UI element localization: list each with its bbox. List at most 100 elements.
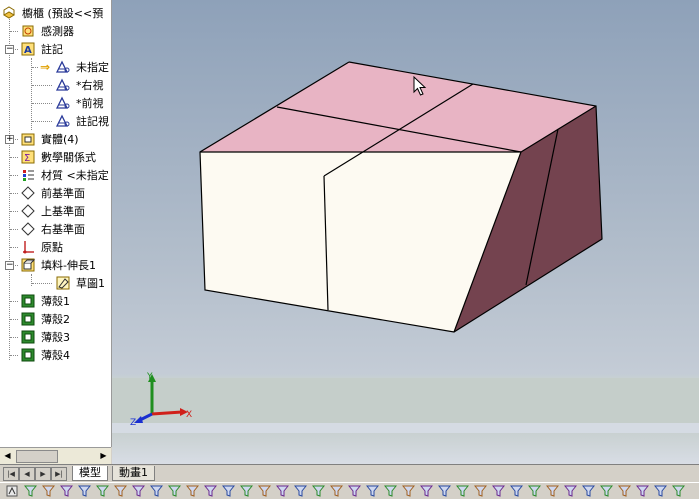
tree-item-boss-extrude[interactable]: − 填料-伸長1	[0, 257, 111, 274]
tree-item-annotation-unspecified[interactable]: ⇒ 未指定	[0, 59, 111, 76]
plane-icon	[21, 204, 35, 218]
tree-item-label: 薄殼1	[41, 295, 70, 308]
tab-animation[interactable]: 動畫1	[112, 466, 155, 481]
filter-icon[interactable]	[564, 485, 577, 497]
filter-icon[interactable]	[96, 485, 109, 497]
filter-icon[interactable]	[402, 485, 415, 497]
tree-horizontal-scrollbar[interactable]: ◀ ▶	[0, 447, 111, 464]
filter-icon[interactable]	[168, 485, 181, 497]
top-face[interactable]	[200, 62, 596, 152]
plane-icon	[21, 222, 35, 236]
filter-icon[interactable]	[528, 485, 541, 497]
filter-icon[interactable]	[582, 485, 595, 497]
tree-item-material[interactable]: 材質 <未指定	[0, 167, 111, 184]
expand-collapse-icon[interactable]: −	[5, 261, 14, 270]
material-icon	[23, 170, 34, 181]
filter-icon[interactable]	[600, 485, 613, 497]
tree-item-equations[interactable]: Σ 數學關係式	[0, 149, 111, 166]
tree-item-label: 材質 <未指定	[41, 169, 109, 182]
tree-branch-line	[32, 85, 52, 86]
notes-view-icon	[56, 96, 70, 109]
filter-icon[interactable]	[654, 485, 667, 497]
filter-icon[interactable]	[384, 485, 397, 497]
tree-item-solid-bodies[interactable]: + 實體(4)	[0, 131, 111, 148]
prev-tab-icon[interactable]: ◀	[19, 467, 35, 481]
filter-icon[interactable]	[330, 485, 343, 497]
axis-z-label: Z	[130, 418, 136, 428]
tree-item-annotation-right[interactable]: *右視	[0, 77, 111, 94]
tree-item-label: 上基準面	[41, 205, 85, 218]
last-tab-icon[interactable]: ▶|	[51, 467, 67, 481]
filter-icon[interactable]	[456, 485, 469, 497]
shell-icon	[21, 348, 35, 362]
next-tab-icon[interactable]: ▶	[35, 467, 51, 481]
tree-item-sketch1[interactable]: 草圖1	[0, 275, 111, 292]
filter-icon[interactable]	[258, 485, 271, 497]
tree-item-annotations[interactable]: − A 註記	[0, 41, 111, 58]
filter-icon[interactable]	[42, 485, 55, 497]
solid-bodies-folder-icon	[21, 133, 35, 146]
scroll-left-icon[interactable]: ◀	[1, 449, 14, 462]
filter-icon[interactable]	[312, 485, 325, 497]
tree-branch-line	[10, 211, 18, 212]
tree-item-right-plane[interactable]: 右基準面	[0, 221, 111, 238]
filter-icon[interactable]	[150, 485, 163, 497]
scroll-thumb[interactable]	[16, 450, 58, 463]
filter-icon[interactable]	[492, 485, 505, 497]
filter-icon[interactable]	[474, 485, 487, 497]
tree-item-label: 註記視	[76, 115, 109, 128]
expand-collapse-icon[interactable]: +	[5, 135, 14, 144]
filter-icon[interactable]	[222, 485, 235, 497]
tree-branch-line	[10, 175, 18, 176]
shell-icon	[21, 312, 35, 326]
filter-icon[interactable]	[132, 485, 145, 497]
tree-item-top-plane[interactable]: 上基準面	[0, 203, 111, 220]
filter-icon[interactable]	[186, 485, 199, 497]
tree-branch-line	[32, 103, 52, 104]
filter-icon[interactable]	[348, 485, 361, 497]
graphics-viewport[interactable]: Y X Z	[112, 0, 699, 464]
tree-item-shell1[interactable]: 薄殼1	[0, 293, 111, 310]
tree-root[interactable]: 櫥櫃 (預設<<預	[0, 5, 111, 22]
feature-manager-tree[interactable]: 櫥櫃 (預設<<預 感測器 − A 註記 ⇒ 未指定 *右視 *前視註記視 + 實體(4) Σ 數學關…	[0, 0, 112, 447]
scroll-right-icon[interactable]: ▶	[97, 449, 110, 462]
tab-strip: |◀ ◀ ▶ ▶| 模型 動畫1	[0, 464, 699, 482]
tree-item-annotation-notes[interactable]: 註記視	[0, 113, 111, 130]
filter-icon[interactable]	[114, 485, 127, 497]
expand-collapse-icon[interactable]: −	[5, 45, 14, 54]
view-orientation-icon[interactable]	[6, 485, 19, 497]
svg-text:Σ: Σ	[24, 153, 30, 164]
filter-icon[interactable]	[546, 485, 559, 497]
tree-item-annotation-front[interactable]: *前視	[0, 95, 111, 112]
tree-item-front-plane[interactable]: 前基準面	[0, 185, 111, 202]
filter-icon[interactable]	[438, 485, 451, 497]
filter-icon[interactable]	[366, 485, 379, 497]
first-tab-icon[interactable]: |◀	[3, 467, 19, 481]
filter-icon[interactable]	[204, 485, 217, 497]
filter-icon[interactable]	[276, 485, 289, 497]
tree-item-label: 薄殼3	[41, 331, 70, 344]
cabinet-model[interactable]	[112, 0, 699, 464]
filter-icon[interactable]	[510, 485, 523, 497]
filter-icon[interactable]	[618, 485, 631, 497]
tree-item-shell3[interactable]: 薄殼3	[0, 329, 111, 346]
tree-item-label: 實體(4)	[41, 133, 79, 146]
tree-item-origin[interactable]: 原點	[0, 239, 111, 256]
tree-item-shell2[interactable]: 薄殼2	[0, 311, 111, 328]
filter-icon[interactable]	[60, 485, 73, 497]
shell-icon	[21, 294, 35, 308]
tree-branch-line	[32, 67, 38, 68]
tree-item-sensors[interactable]: 感測器	[0, 23, 111, 40]
tree-item-label: 註記	[41, 43, 63, 56]
filter-icon[interactable]	[420, 485, 433, 497]
filter-icon[interactable]	[636, 485, 649, 497]
filter-icon[interactable]	[78, 485, 91, 497]
mouse-pointer-icon	[413, 76, 427, 96]
tree-item-shell4[interactable]: 薄殼4	[0, 347, 111, 364]
filter-icon[interactable]	[672, 485, 685, 497]
plane-icon	[21, 186, 35, 200]
tab-model[interactable]: 模型	[72, 466, 108, 481]
filter-icon[interactable]	[240, 485, 253, 497]
filter-icon[interactable]	[294, 485, 307, 497]
filter-icon[interactable]	[24, 485, 37, 497]
